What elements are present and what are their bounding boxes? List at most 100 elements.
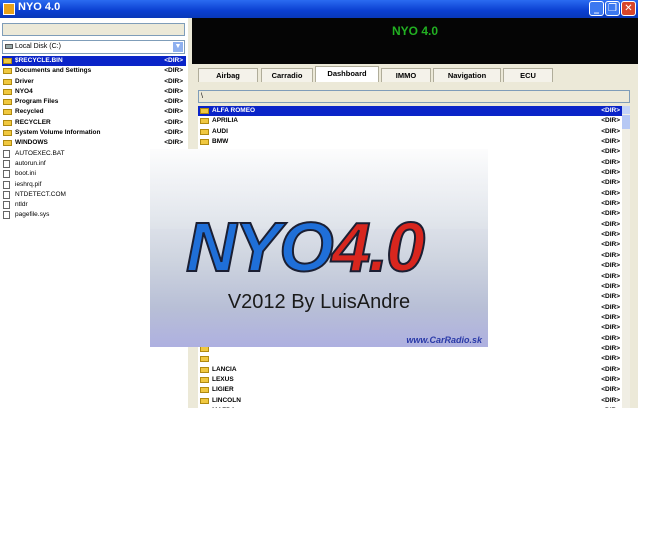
tab-ecu[interactable]: ECU [503, 68, 553, 82]
file-tag: <DIR> [164, 129, 183, 137]
file-list-item[interactable]: Recycled <DIR> [2, 107, 186, 117]
file-tag: <DIR> [164, 77, 183, 85]
file-name: Driver [15, 77, 34, 85]
file-list-item[interactable]: NYO4 <DIR> [2, 87, 186, 97]
dir-tag: <DIR> [601, 158, 620, 166]
folder-list-item[interactable]: LIGIER <DIR> [198, 385, 622, 395]
file-name: boot.ini [15, 170, 36, 178]
folder-icon [3, 68, 12, 75]
dir-tag: <DIR> [601, 189, 620, 197]
folder-name: LANCIA [212, 365, 237, 373]
file-icon [3, 149, 10, 158]
file-name: Program Files [15, 98, 59, 106]
file-icon [3, 180, 10, 189]
folder-name: MAZDA [212, 406, 235, 408]
splash-logo: NYO4.0 [185, 207, 426, 287]
file-icon [3, 211, 10, 220]
folder-icon [200, 397, 209, 404]
folder-name: LINCOLN [212, 396, 241, 404]
folder-icon [3, 140, 12, 147]
dir-tag: <DIR> [601, 303, 620, 311]
chevron-down-icon[interactable]: ▼ [173, 42, 183, 52]
file-name: NYO4 [15, 87, 33, 95]
dir-tag: <DIR> [601, 355, 620, 363]
file-list-item[interactable]: Documents and Settings <DIR> [2, 66, 186, 76]
dir-tag: <DIR> [601, 179, 620, 187]
dir-tag: <DIR> [601, 210, 620, 218]
dir-tag: <DIR> [601, 386, 620, 394]
dir-tag: <DIR> [601, 324, 620, 332]
file-list-item[interactable]: System Volume Information <DIR> [2, 128, 186, 138]
folder-icon [3, 119, 12, 126]
folder-icon [3, 58, 12, 64]
file-icon [3, 170, 10, 179]
folder-list-item[interactable]: LEXUS <DIR> [198, 375, 622, 385]
restore-button[interactable]: ❐ [605, 1, 620, 16]
drive-selector[interactable]: Local Disk (C:) ▼ [2, 40, 185, 54]
dir-tag: <DIR> [601, 148, 620, 156]
dir-tag: <DIR> [601, 231, 620, 239]
dir-tag: <DIR> [601, 262, 620, 270]
file-name: RECYCLER [15, 118, 51, 126]
file-icon [3, 201, 10, 210]
drive-label: Local Disk (C:) [15, 43, 61, 50]
file-list-item[interactable]: $RECYCLE.BIN <DIR> [2, 56, 186, 67]
dir-tag: <DIR> [601, 138, 620, 146]
folder-icon [200, 356, 209, 363]
folder-list-item[interactable]: BMW <DIR> [198, 137, 622, 147]
close-button[interactable]: ✕ [621, 1, 636, 16]
file-list-item[interactable]: Driver <DIR> [2, 77, 186, 87]
file-icon [3, 190, 10, 199]
minimize-button[interactable]: _ [589, 1, 604, 16]
file-tag: <DIR> [164, 67, 183, 75]
scroll-up-button[interactable] [622, 106, 630, 114]
banner: NYO 4.0 [192, 18, 638, 64]
folder-name: APRILIA [212, 117, 238, 125]
folder-icon [3, 99, 12, 106]
logo-text-version: 4.0 [331, 207, 426, 287]
file-tag: <DIR> [164, 57, 183, 64]
file-name: NTDETECT.COM [15, 190, 66, 198]
file-list-item[interactable]: WINDOWS <DIR> [2, 138, 186, 148]
dir-tag: <DIR> [601, 107, 620, 114]
tab-airbag[interactable]: Airbag [198, 68, 258, 82]
file-list-item[interactable]: RECYCLER <DIR> [2, 118, 186, 128]
file-icon [3, 159, 10, 168]
file-list-item[interactable]: Program Files <DIR> [2, 97, 186, 107]
tab-immo[interactable]: IMMO [381, 68, 431, 82]
folder-icon [200, 108, 209, 114]
dir-tag: <DIR> [601, 334, 620, 342]
folder-icon [200, 366, 209, 373]
app-icon [3, 3, 15, 15]
dir-tag: <DIR> [601, 293, 620, 301]
folder-list-item[interactable]: LINCOLN <DIR> [198, 396, 622, 406]
folder-list-item[interactable]: ALFA ROMEO <DIR> [198, 106, 622, 117]
logo-text-nyo: NYO [185, 207, 335, 287]
tab-dashboard[interactable]: Dashboard [315, 66, 379, 82]
folder-name: LEXUS [212, 375, 234, 383]
window-title: NYO 4.0 [18, 1, 61, 13]
drive-icon [5, 44, 13, 49]
tab-navigation[interactable]: Navigation [433, 68, 501, 82]
folder-list-item[interactable]: LANCIA <DIR> [198, 365, 622, 375]
folder-list-item[interactable]: APRILIA <DIR> [198, 116, 622, 126]
left-path-field[interactable] [2, 23, 185, 36]
folder-icon [3, 109, 12, 116]
file-name: pagefile.sys [15, 211, 50, 219]
folder-list-item[interactable]: AUDI <DIR> [198, 127, 622, 137]
tab-carradio[interactable]: Carradio [261, 68, 313, 82]
scroll-thumb[interactable] [622, 115, 630, 129]
vertical-scrollbar[interactable] [622, 106, 630, 408]
folder-name: LIGIER [212, 386, 234, 394]
folder-list-item[interactable]: MAZDA <DIR> [198, 406, 622, 408]
path-field[interactable]: \ [198, 90, 630, 103]
dir-tag: <DIR> [601, 365, 620, 373]
dir-tag: <DIR> [601, 117, 620, 125]
folder-icon [3, 88, 12, 95]
file-name: Recycled [15, 108, 44, 116]
folder-icon [200, 376, 209, 383]
folder-icon [200, 118, 209, 125]
folder-list-item[interactable]: <DIR> [198, 354, 622, 364]
dir-tag: <DIR> [601, 375, 620, 383]
title-bar[interactable]: NYO 4.0 _ ❐ ✕ [0, 0, 638, 18]
